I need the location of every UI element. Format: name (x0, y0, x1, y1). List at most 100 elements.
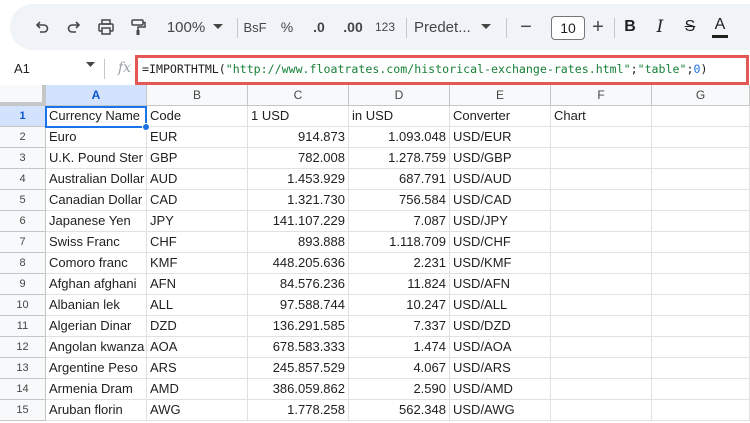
cell-e3[interactable]: USD/GBP (450, 148, 551, 169)
row-header[interactable]: 1 (0, 106, 46, 127)
currency-format-button[interactable]: BsF (242, 4, 268, 50)
cell-d5[interactable]: 756.584 (349, 190, 450, 211)
row-header[interactable]: 2 (0, 127, 46, 148)
bold-button[interactable]: B (618, 4, 642, 50)
undo-icon[interactable] (30, 4, 54, 50)
cell-a13[interactable]: Argentine Peso (46, 358, 147, 379)
cell-g6[interactable] (652, 211, 750, 232)
column-header-a[interactable]: A (46, 85, 147, 106)
cell-d8[interactable]: 2.231 (349, 253, 450, 274)
cell-b14[interactable]: AMD (147, 379, 248, 400)
cell-c3[interactable]: 782.008 (248, 148, 349, 169)
row-header[interactable]: 14 (0, 379, 46, 400)
cell-e8[interactable]: USD/KMF (450, 253, 551, 274)
cell-d13[interactable]: 4.067 (349, 358, 450, 379)
cell-f10[interactable] (551, 295, 652, 316)
cell-g7[interactable] (652, 232, 750, 253)
cell-a6[interactable]: Japanese Yen (46, 211, 147, 232)
row-header[interactable]: 10 (0, 295, 46, 316)
zoom-select[interactable]: 100% (160, 4, 230, 50)
cell-c11[interactable]: 136.291.585 (248, 316, 349, 337)
cell-d4[interactable]: 687.791 (349, 169, 450, 190)
cell-e11[interactable]: USD/DZD (450, 316, 551, 337)
cell-g14[interactable] (652, 379, 750, 400)
cell-d7[interactable]: 1.118.709 (349, 232, 450, 253)
row-header[interactable]: 12 (0, 337, 46, 358)
cell-c7[interactable]: 893.888 (248, 232, 349, 253)
row-header[interactable]: 6 (0, 211, 46, 232)
italic-button[interactable]: I (648, 4, 672, 50)
cell-g12[interactable] (652, 337, 750, 358)
row-header[interactable]: 8 (0, 253, 46, 274)
cell-g4[interactable] (652, 169, 750, 190)
cell-e14[interactable]: USD/AMD (450, 379, 551, 400)
column-header-g[interactable]: G (652, 85, 750, 106)
cell-e15[interactable]: USD/AWG (450, 400, 551, 421)
cell-f12[interactable] (551, 337, 652, 358)
cell-a8[interactable]: Comoro franc (46, 253, 147, 274)
cell-f15[interactable] (551, 400, 652, 421)
cell-f6[interactable] (551, 211, 652, 232)
cell-g2[interactable] (652, 127, 750, 148)
cell-e5[interactable]: USD/CAD (450, 190, 551, 211)
cell-a7[interactable]: Swiss Franc (46, 232, 147, 253)
cell-e1[interactable]: Converter (450, 106, 551, 127)
cell-b11[interactable]: DZD (147, 316, 248, 337)
cell-c10[interactable]: 97.588.744 (248, 295, 349, 316)
cell-a12[interactable]: Angolan kwanza (46, 337, 147, 358)
cell-e12[interactable]: USD/AOA (450, 337, 551, 358)
cell-a4[interactable]: Australian Dollar (46, 169, 147, 190)
formula-input[interactable]: =IMPORTHTML("http://www.floatrates.com/h… (135, 55, 749, 85)
cell-b6[interactable]: JPY (147, 211, 248, 232)
cell-b15[interactable]: AWG (147, 400, 248, 421)
cell-d15[interactable]: 562.348 (349, 400, 450, 421)
print-icon[interactable] (94, 4, 118, 50)
cell-b9[interactable]: AFN (147, 274, 248, 295)
row-header[interactable]: 5 (0, 190, 46, 211)
paint-format-icon[interactable] (126, 4, 150, 50)
cell-f5[interactable] (551, 190, 652, 211)
cell-c12[interactable]: 678.583.333 (248, 337, 349, 358)
cell-d9[interactable]: 11.824 (349, 274, 450, 295)
row-header[interactable]: 9 (0, 274, 46, 295)
number-format-button[interactable]: 123 (372, 4, 398, 50)
cell-c6[interactable]: 141.107.229 (248, 211, 349, 232)
column-header-c[interactable]: C (248, 85, 349, 106)
cell-g13[interactable] (652, 358, 750, 379)
cell-b12[interactable]: AOA (147, 337, 248, 358)
cell-a1[interactable]: Currency Name (46, 106, 147, 127)
cell-f2[interactable] (551, 127, 652, 148)
cell-c13[interactable]: 245.857.529 (248, 358, 349, 379)
cell-c14[interactable]: 386.059.862 (248, 379, 349, 400)
cell-e6[interactable]: USD/JPY (450, 211, 551, 232)
cell-g3[interactable] (652, 148, 750, 169)
cell-d14[interactable]: 2.590 (349, 379, 450, 400)
cell-b5[interactable]: CAD (147, 190, 248, 211)
cell-a15[interactable]: Aruban florin (46, 400, 147, 421)
row-header[interactable]: 4 (0, 169, 46, 190)
cell-e4[interactable]: USD/AUD (450, 169, 551, 190)
row-header[interactable]: 13 (0, 358, 46, 379)
decrease-font-size-button[interactable]: − (514, 4, 538, 50)
cell-c9[interactable]: 84.576.236 (248, 274, 349, 295)
cell-g11[interactable] (652, 316, 750, 337)
column-header-e[interactable]: E (450, 85, 551, 106)
cell-g15[interactable] (652, 400, 750, 421)
cell-f3[interactable] (551, 148, 652, 169)
cell-d10[interactable]: 10.247 (349, 295, 450, 316)
cell-d12[interactable]: 1.474 (349, 337, 450, 358)
cell-f11[interactable] (551, 316, 652, 337)
cell-g8[interactable] (652, 253, 750, 274)
cell-e7[interactable]: USD/CHF (450, 232, 551, 253)
cell-f7[interactable] (551, 232, 652, 253)
cell-f4[interactable] (551, 169, 652, 190)
fill-handle[interactable] (142, 123, 150, 131)
cell-d1[interactable]: in USD (349, 106, 450, 127)
cell-f14[interactable] (551, 379, 652, 400)
column-header-f[interactable]: F (551, 85, 652, 106)
text-color-button[interactable]: A (708, 4, 732, 50)
cell-a14[interactable]: Armenia Dram (46, 379, 147, 400)
cell-a9[interactable]: Afghan afghani (46, 274, 147, 295)
row-header[interactable]: 7 (0, 232, 46, 253)
cell-a11[interactable]: Algerian Dinar (46, 316, 147, 337)
